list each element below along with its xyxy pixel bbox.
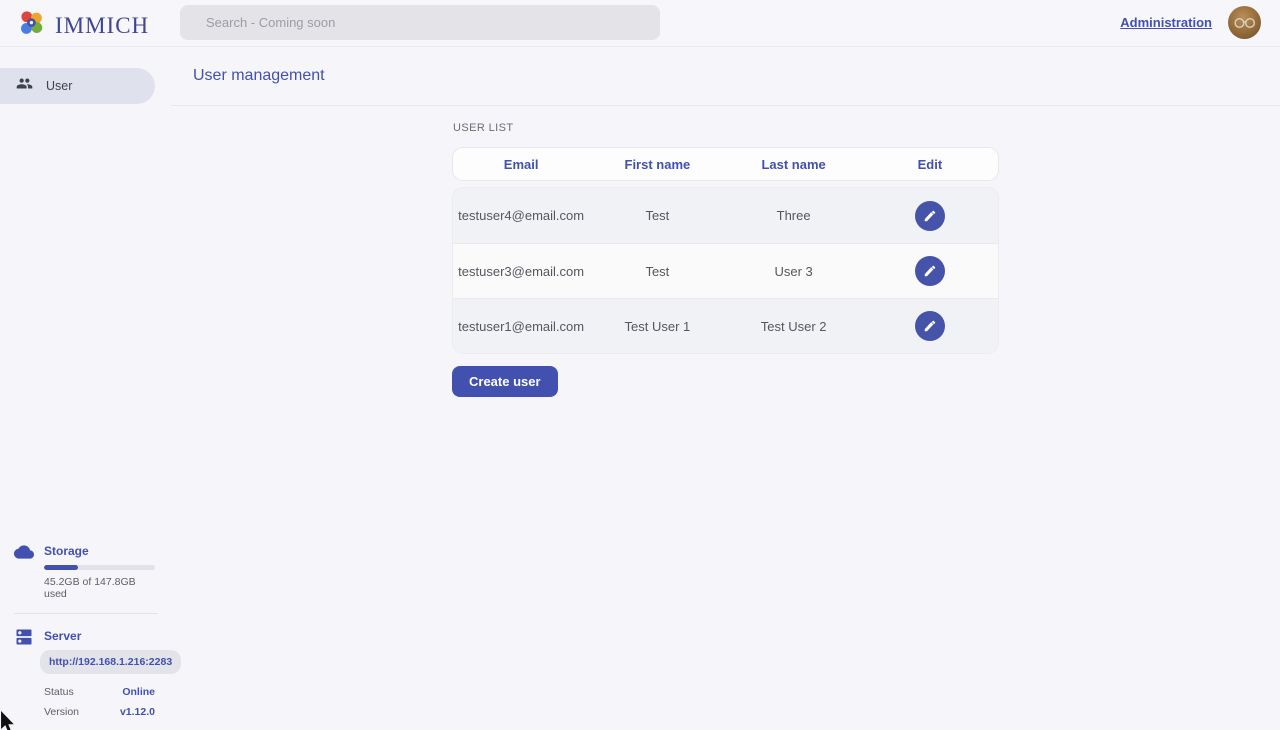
sidebar: User Storage 45.2GB of 147.8GB used (0, 47, 171, 730)
cell-email: testuser4@email.com (453, 208, 589, 223)
edit-user-button[interactable] (915, 311, 945, 341)
column-header-last-name: Last name (726, 157, 862, 172)
administration-link[interactable]: Administration (1120, 15, 1212, 30)
cell-first-name: Test User 1 (589, 319, 725, 334)
storage-progress-bar (44, 565, 155, 570)
glasses-photo (1234, 17, 1256, 29)
storage-title: Storage (44, 542, 155, 558)
main-content: User management USER LIST Email First na… (171, 47, 1280, 730)
storage-usage-text: 45.2GB of 147.8GB used (44, 576, 155, 600)
table-row: testuser4@email.com Test Three (453, 188, 998, 243)
user-table-body: testuser4@email.com Test Three testuser3… (452, 187, 999, 354)
server-version-row: Version v1.12.0 (44, 706, 155, 718)
status-label: Status (44, 686, 74, 698)
version-value: v1.12.0 (120, 706, 155, 718)
pencil-icon (923, 319, 937, 333)
pencil-icon (923, 264, 937, 278)
cloud-icon (14, 542, 34, 600)
app-title: IMMICH (55, 13, 149, 39)
sidebar-divider (14, 613, 158, 614)
pencil-icon (923, 209, 937, 223)
server-title: Server (44, 627, 155, 643)
storage-progress-fill (44, 565, 78, 570)
cell-last-name: Test User 2 (726, 319, 862, 334)
page-title: User management (171, 47, 1280, 106)
table-header-row: Email First name Last name Edit (452, 147, 999, 181)
sidebar-item-user-label: User (46, 79, 72, 93)
table-row: testuser1@email.com Test User 1 Test Use… (453, 298, 998, 353)
create-user-button[interactable]: Create user (452, 366, 558, 397)
sidebar-item-user[interactable]: User (0, 68, 155, 104)
storage-section: Storage 45.2GB of 147.8GB used (14, 542, 160, 600)
column-header-email: Email (453, 157, 589, 172)
cell-first-name: Test (589, 264, 725, 279)
user-avatar[interactable] (1228, 6, 1261, 39)
cell-email: testuser3@email.com (453, 264, 589, 279)
app-header: IMMICH Administration (0, 0, 1280, 47)
users-icon (16, 75, 33, 97)
status-value: Online (122, 686, 155, 698)
server-status-row: Status Online (44, 686, 155, 698)
cell-email: testuser1@email.com (453, 319, 589, 334)
server-section: Server http://192.168.1.216:2283 Status … (14, 627, 160, 718)
edit-user-button[interactable] (915, 256, 945, 286)
version-label: Version (44, 706, 79, 718)
column-header-first-name: First name (589, 157, 725, 172)
immich-flower-icon (16, 8, 46, 43)
app-logo[interactable]: IMMICH (16, 8, 149, 43)
table-row: testuser3@email.com Test User 3 (453, 243, 998, 298)
cell-last-name: User 3 (726, 264, 862, 279)
server-icon (14, 627, 34, 718)
server-url-chip: http://192.168.1.216:2283 (40, 650, 181, 674)
sidebar-footer: Storage 45.2GB of 147.8GB used Server (14, 542, 160, 718)
edit-user-button[interactable] (915, 201, 945, 231)
cell-first-name: Test (589, 208, 725, 223)
cell-last-name: Three (726, 208, 862, 223)
user-list-heading: USER LIST (453, 122, 999, 134)
column-header-edit: Edit (862, 157, 998, 172)
search-input[interactable] (180, 5, 660, 40)
